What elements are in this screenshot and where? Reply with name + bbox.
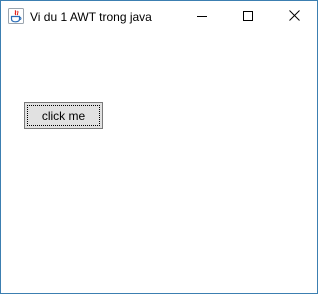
- maximize-icon: [243, 8, 253, 26]
- java-icon[interactable]: [8, 8, 24, 24]
- app-window: Vi du 1 AWT trong java click me: [0, 0, 318, 294]
- close-button[interactable]: [271, 1, 317, 32]
- window-title: Vi du 1 AWT trong java: [30, 10, 152, 24]
- maximize-button[interactable]: [225, 1, 271, 32]
- title-bar[interactable]: Vi du 1 AWT trong java: [1, 1, 317, 32]
- minimize-icon: [197, 8, 207, 26]
- click-me-button-label: click me: [41, 108, 86, 123]
- frame-content: click me: [1, 32, 317, 293]
- minimize-button[interactable]: [179, 1, 225, 32]
- close-icon: [288, 8, 300, 26]
- click-me-button[interactable]: click me: [24, 102, 103, 129]
